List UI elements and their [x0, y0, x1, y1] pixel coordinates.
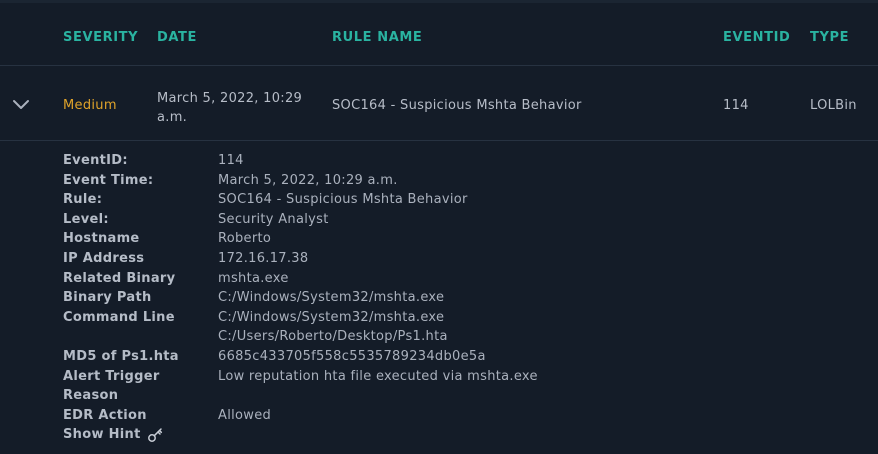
- detail-label: EventID:: [63, 153, 128, 168]
- detail-label: EDR Action: [63, 407, 147, 423]
- detail-label: Rule:: [63, 192, 103, 208]
- detail-value: Roberto: [218, 231, 272, 247]
- date-line-2: a.m.: [157, 110, 188, 125]
- show-hint-label: Show Hint: [63, 427, 141, 443]
- detail-value: Security Analyst: [218, 211, 329, 227]
- chevron-down-icon[interactable]: [11, 97, 31, 111]
- date-value: March 5, 2022, 10:29 a.m.: [157, 89, 302, 127]
- detail-binary-path: Binary Path C:/Windows/System32/mshta.ex…: [63, 288, 863, 308]
- detail-value: 6685c433705f558c5535789234db0e5a: [218, 348, 486, 364]
- alert-details: EventID: 114 Event Time: March 5, 2022, …: [63, 151, 863, 445]
- detail-label: Related Binary: [63, 270, 176, 286]
- detail-value: Allowed: [218, 407, 272, 423]
- detail-eventid: EventID: 114: [63, 151, 863, 171]
- detail-ip-address: IP Address 172.16.17.38: [63, 249, 863, 269]
- detail-label: Event Time:: [63, 172, 154, 188]
- rule-name-value: SOC164 - Suspicious Mshta Behavior: [332, 98, 582, 113]
- alert-trigger-label-1: Alert Trigger: [63, 368, 160, 384]
- detail-label: Alert Trigger Reason: [63, 367, 218, 406]
- detail-command-line: Command Line C:/Windows/System32/mshta.e…: [63, 308, 863, 347]
- detail-value: C:/Windows/System32/mshta.exe C:/Users/R…: [218, 308, 448, 347]
- detail-value: Low reputation hta file executed via msh…: [218, 368, 538, 384]
- detail-label: IP Address: [63, 250, 145, 266]
- type-value: LOLBin: [810, 98, 857, 113]
- detail-value: mshta.exe: [218, 270, 289, 286]
- header-eventid[interactable]: EVENTID: [723, 30, 790, 45]
- detail-alert-trigger: Alert Trigger Reason Low reputation hta …: [63, 367, 863, 406]
- detail-level: Level: Security Analyst: [63, 210, 863, 230]
- date-line-1: March 5, 2022, 10:29: [157, 91, 303, 106]
- detail-value: C:/Windows/System32/mshta.exe: [218, 290, 445, 306]
- severity-value: Medium: [63, 98, 117, 113]
- alert-trigger-label-2: Reason: [63, 388, 119, 404]
- header-severity[interactable]: SEVERITY: [63, 30, 138, 45]
- detail-rule: Rule: SOC164 - Suspicious Mshta Behavior: [63, 190, 863, 210]
- show-hint-button[interactable]: Show Hint: [63, 425, 863, 445]
- key-icon: [147, 427, 163, 443]
- detail-label: Binary Path: [63, 290, 152, 306]
- detail-event-time: Event Time: March 5, 2022, 10:29 a.m.: [63, 171, 863, 191]
- eventid-value: 114: [723, 98, 749, 113]
- table-header: SEVERITY DATE RULE NAME EVENTID TYPE: [0, 3, 878, 66]
- table-row[interactable]: Medium March 5, 2022, 10:29 a.m. SOC164 …: [0, 66, 878, 141]
- detail-label: Hostname: [63, 231, 140, 247]
- detail-edr-action: EDR Action Allowed: [63, 406, 863, 426]
- detail-hostname: Hostname Roberto: [63, 229, 863, 249]
- detail-value: 114: [218, 153, 244, 168]
- detail-label: Level:: [63, 211, 109, 227]
- detail-label: Command Line: [63, 309, 175, 325]
- header-rule-name[interactable]: RULE NAME: [332, 30, 422, 45]
- detail-value: March 5, 2022, 10:29 a.m.: [218, 172, 398, 188]
- header-date[interactable]: DATE: [157, 30, 197, 45]
- detail-value: SOC164 - Suspicious Mshta Behavior: [218, 192, 468, 208]
- detail-related-binary: Related Binary mshta.exe: [63, 269, 863, 289]
- detail-label: MD5 of Ps1.hta: [63, 348, 179, 364]
- detail-value: 172.16.17.38: [218, 250, 309, 266]
- command-line-2: C:/Users/Roberto/Desktop/Ps1.hta: [218, 329, 448, 345]
- command-line-1: C:/Windows/System32/mshta.exe: [218, 309, 445, 325]
- alert-detail-page: SEVERITY DATE RULE NAME EVENTID TYPE Med…: [0, 0, 878, 454]
- detail-md5: MD5 of Ps1.hta 6685c433705f558c553578923…: [63, 347, 863, 367]
- header-type[interactable]: TYPE: [810, 30, 849, 45]
